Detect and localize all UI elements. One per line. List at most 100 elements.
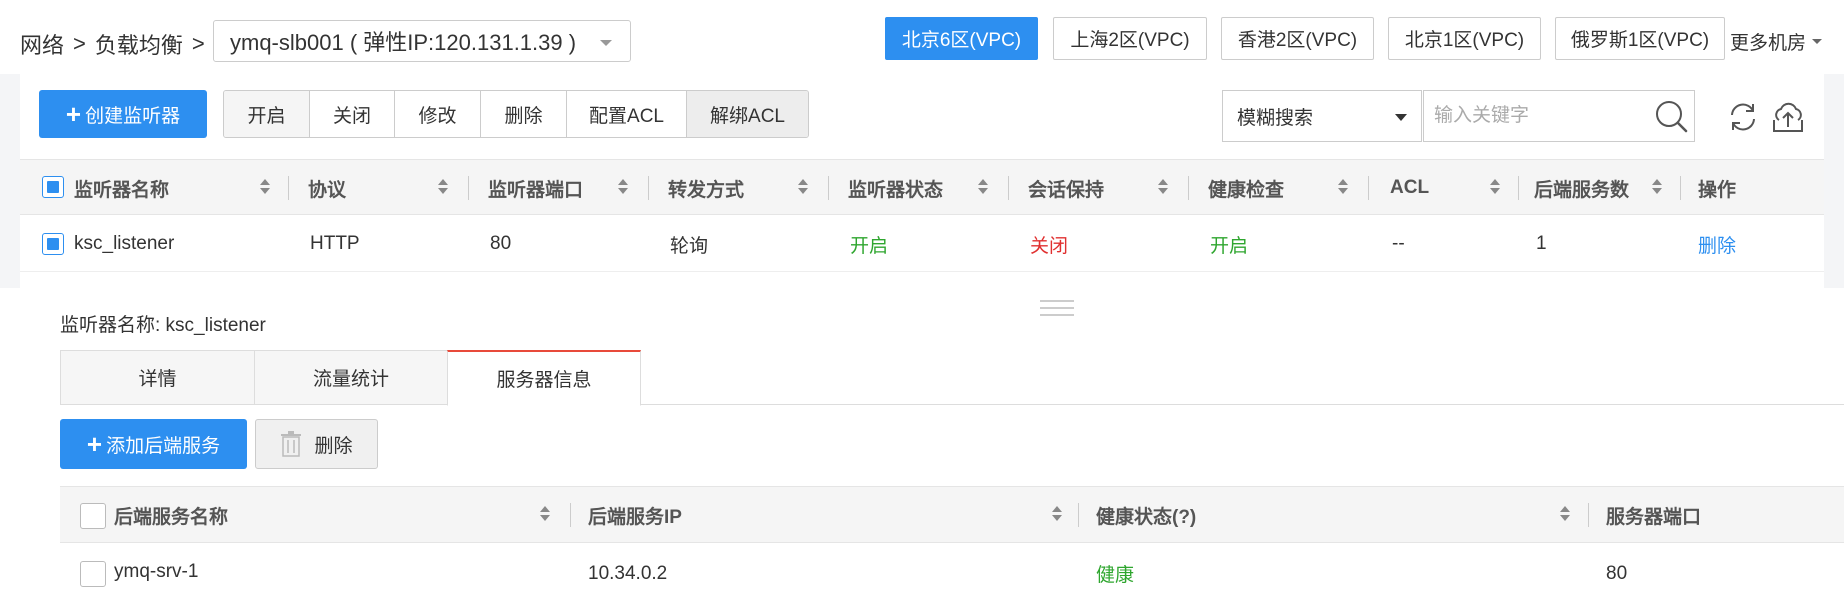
more-regions-label: 更多机房 (1730, 33, 1807, 54)
listener-port: 80 (490, 233, 512, 254)
column-divider (1680, 176, 1681, 200)
edit-button[interactable]: 修改 (395, 91, 481, 137)
col-listener-port[interactable]: 监听器端口 (488, 160, 583, 216)
sort-icon[interactable] (1560, 506, 1570, 524)
detail-tabs: 详情 流量统计 服务器信息 (60, 350, 1844, 406)
listener-name: ksc_listener (74, 233, 175, 254)
detail-title: 监听器名称: ksc_listener (60, 315, 266, 336)
column-divider (1008, 176, 1009, 200)
sort-icon[interactable] (798, 179, 808, 197)
configure-acl-button[interactable]: 配置ACL (567, 91, 687, 137)
top-bar: 网络 > 负载均衡 > ymq-slb001 ( 弹性IP:120.131.1.… (0, 0, 1844, 74)
add-backend-label: 添加后端服务 (106, 435, 221, 457)
column-divider (570, 503, 571, 527)
refresh-icon[interactable] (1726, 100, 1760, 134)
health-check-status: 开启 (1210, 235, 1249, 257)
create-listener-label: 创建监听器 (85, 105, 181, 127)
sort-icon[interactable] (438, 179, 448, 197)
col-health-check[interactable]: 健康检查 (1208, 160, 1284, 216)
row-checkbox[interactable] (80, 561, 106, 587)
delete-backend-button[interactable]: 删除 (255, 419, 378, 469)
col-acl[interactable]: ACL (1390, 160, 1429, 216)
backend-name: ymq-srv-1 (114, 561, 199, 582)
sort-icon[interactable] (978, 179, 988, 197)
search-icon[interactable] (1654, 99, 1688, 133)
disable-button[interactable]: 关闭 (310, 91, 395, 137)
region-beijing6[interactable]: 北京6区(VPC) (885, 17, 1038, 60)
select-all-servers-checkbox[interactable] (80, 503, 106, 529)
sort-icon[interactable] (540, 506, 550, 524)
region-label: 北京6区(VPC) (901, 30, 1022, 51)
region-hongkong2[interactable]: 香港2区(VPC) (1221, 17, 1374, 60)
region-shanghai2[interactable]: 上海2区(VPC) (1053, 17, 1207, 60)
search-mode-select[interactable]: 模糊搜索 (1222, 90, 1422, 142)
col-server-port[interactable]: 服务器端口 (1606, 487, 1701, 543)
col-backend-ip[interactable]: 后端服务IP (588, 487, 682, 543)
col-protocol[interactable]: 协议 (308, 160, 346, 216)
tab-server-info[interactable]: 服务器信息 (447, 350, 641, 406)
tab-details[interactable]: 详情 (60, 350, 255, 405)
server-table-header: 后端服务名称 后端服务IP 健康状态(?) 服务器端口 (60, 486, 1844, 543)
sort-icon[interactable] (260, 179, 270, 197)
slb-select-value: ymq-slb001 ( 弹性IP:120.131.1.39 ) (230, 30, 577, 55)
backend-ip: 10.34.0.2 (588, 562, 668, 584)
delete-button[interactable]: 删除 (481, 91, 567, 137)
slb-select[interactable]: ymq-slb001 ( 弹性IP:120.131.1.39 ) (213, 20, 631, 62)
breadcrumb-load-balancer[interactable]: 负载均衡 (95, 28, 183, 60)
listener-table-header: 监听器名称 协议 监听器端口 转发方式 监听器状态 会话保持 健康检查 ACL … (20, 159, 1824, 215)
drag-handle-icon[interactable] (1040, 300, 1074, 318)
breadcrumb-separator: > (73, 31, 86, 56)
more-regions-dropdown[interactable]: 更多机房 (1730, 28, 1823, 55)
column-divider (1518, 176, 1519, 200)
col-health-status[interactable]: 健康状态(?) (1096, 487, 1196, 543)
breadcrumb-separator: > (191, 31, 205, 56)
col-listener-status[interactable]: 监听器状态 (848, 160, 943, 216)
add-backend-button[interactable]: + 添加后端服务 (60, 419, 247, 469)
sort-icon[interactable] (1490, 179, 1500, 197)
sort-icon[interactable] (618, 179, 628, 197)
table-row[interactable]: ksc_listener HTTP 80 轮询 开启 关闭 开启 -- 1 删除 (20, 216, 1824, 272)
sort-icon[interactable] (1338, 179, 1348, 197)
region-beijing1[interactable]: 北京1区(VPC) (1388, 17, 1541, 60)
column-divider (288, 176, 289, 200)
column-divider (1078, 503, 1079, 527)
session-persistence-status: 关闭 (1030, 235, 1069, 257)
sort-icon[interactable] (1652, 179, 1662, 197)
column-divider (828, 176, 829, 200)
plus-icon: + (65, 99, 82, 129)
listener-action-group: 开启 关闭 修改 删除 配置ACL 解绑ACL (223, 90, 809, 138)
listener-status: 开启 (850, 235, 889, 257)
create-listener-button[interactable]: + 创建监听器 (39, 90, 207, 138)
column-divider (1368, 176, 1369, 200)
sort-icon[interactable] (1052, 506, 1062, 524)
caret-down-icon (1395, 114, 1407, 121)
region-label: 上海2区(VPC) (1070, 30, 1190, 51)
enable-button[interactable]: 开启 (224, 91, 310, 137)
backend-count: 1 (1536, 233, 1547, 254)
breadcrumb: 网络 > 负载均衡 > (20, 28, 214, 60)
chevron-down-icon (1812, 39, 1823, 44)
sort-icon[interactable] (1158, 179, 1168, 197)
region-label: 香港2区(VPC) (1237, 30, 1358, 51)
row-checkbox[interactable] (42, 233, 64, 255)
backend-port: 80 (1606, 562, 1628, 584)
listener-protocol: HTTP (310, 233, 360, 254)
upload-cloud-icon[interactable] (1770, 100, 1806, 134)
delete-backend-label: 删除 (314, 435, 353, 457)
search-mode-value: 模糊搜索 (1237, 107, 1314, 129)
col-session-persistence[interactable]: 会话保持 (1028, 160, 1104, 216)
col-backend-name[interactable]: 后端服务名称 (114, 487, 228, 543)
tab-traffic-stats[interactable]: 流量统计 (254, 350, 448, 405)
delete-listener-link[interactable]: 删除 (1698, 216, 1736, 272)
col-forward-mode[interactable]: 转发方式 (668, 160, 744, 216)
trash-icon (281, 431, 302, 457)
col-backend-count[interactable]: 后端服务数 (1534, 160, 1629, 216)
column-divider (468, 176, 469, 200)
table-row[interactable]: ymq-srv-1 10.34.0.2 健康 80 (60, 543, 1844, 604)
breadcrumb-network[interactable]: 网络 (20, 28, 64, 60)
plus-icon: + (86, 429, 103, 459)
col-listener-name[interactable]: 监听器名称 (74, 160, 169, 216)
region-russia1[interactable]: 俄罗斯1区(VPC) (1555, 17, 1725, 60)
select-all-checkbox[interactable] (42, 176, 64, 198)
unbind-acl-button[interactable]: 解绑ACL (687, 91, 808, 137)
